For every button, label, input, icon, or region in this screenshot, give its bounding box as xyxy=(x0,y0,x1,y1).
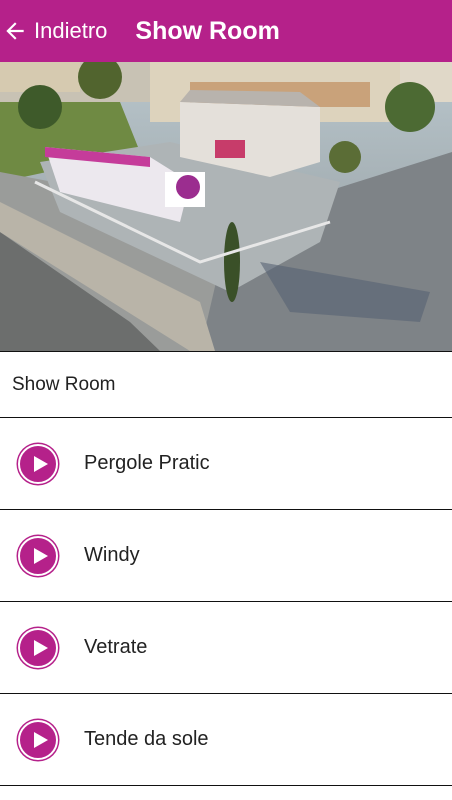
list-item-label: Windy xyxy=(84,544,140,566)
showroom-photo xyxy=(0,62,452,351)
back-label: Indietro xyxy=(34,18,108,43)
page-title: Show Room xyxy=(135,16,280,45)
showroom-list: Pergole Pratic Windy Vetrate Tende da so… xyxy=(0,418,452,786)
back-button[interactable]: Indietro xyxy=(0,0,107,62)
list-item-tende-da-sole[interactable]: Tende da sole xyxy=(0,694,452,786)
list-item-label: Pergole Pratic xyxy=(84,452,210,474)
list-item-windy[interactable]: Windy xyxy=(0,510,452,602)
app-bar: Indietro Show Room xyxy=(0,0,452,62)
section-header: Show Room xyxy=(0,351,452,418)
list-item-pergole-pratic[interactable]: Pergole Pratic xyxy=(0,418,452,510)
list-item-vetrate[interactable]: Vetrate xyxy=(0,602,452,694)
play-icon xyxy=(18,443,58,484)
play-icon xyxy=(18,627,58,668)
play-icon xyxy=(18,535,58,576)
list-item-label: Vetrate xyxy=(84,636,148,658)
arrow-back-icon xyxy=(6,22,24,40)
list-item-label: Tende da sole xyxy=(84,728,209,750)
play-icon xyxy=(18,719,58,760)
